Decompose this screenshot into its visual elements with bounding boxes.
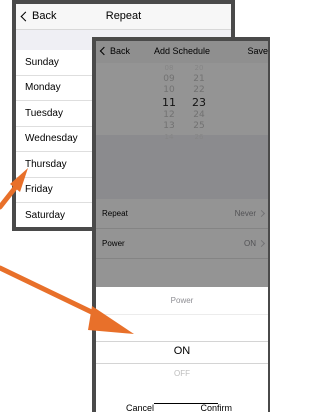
page-title: Repeat (105, 10, 142, 22)
power-option-wheel[interactable]: ON OFF (96, 315, 268, 393)
modal-overlay[interactable] (96, 41, 268, 287)
power-option-off[interactable]: OFF (96, 369, 268, 378)
sheet-title: Power (96, 287, 268, 315)
screenshot-stage: Back Repeat Sunday Monday Tuesday Wednes… (0, 0, 270, 412)
add-schedule-screen: Back Add Schedule Save 08 09 10 11 12 13… (92, 37, 270, 412)
power-picker-sheet: Power ON OFF Cancel Confirm (96, 287, 268, 412)
cancel-button[interactable]: Cancel (126, 403, 154, 412)
power-option-on[interactable]: ON (96, 345, 268, 357)
confirm-button[interactable]: Confirm (200, 403, 232, 412)
repeat-nav-bar: Back Repeat (16, 4, 231, 30)
divider (154, 403, 218, 404)
selection-line (96, 363, 268, 364)
selection-line (96, 341, 268, 342)
